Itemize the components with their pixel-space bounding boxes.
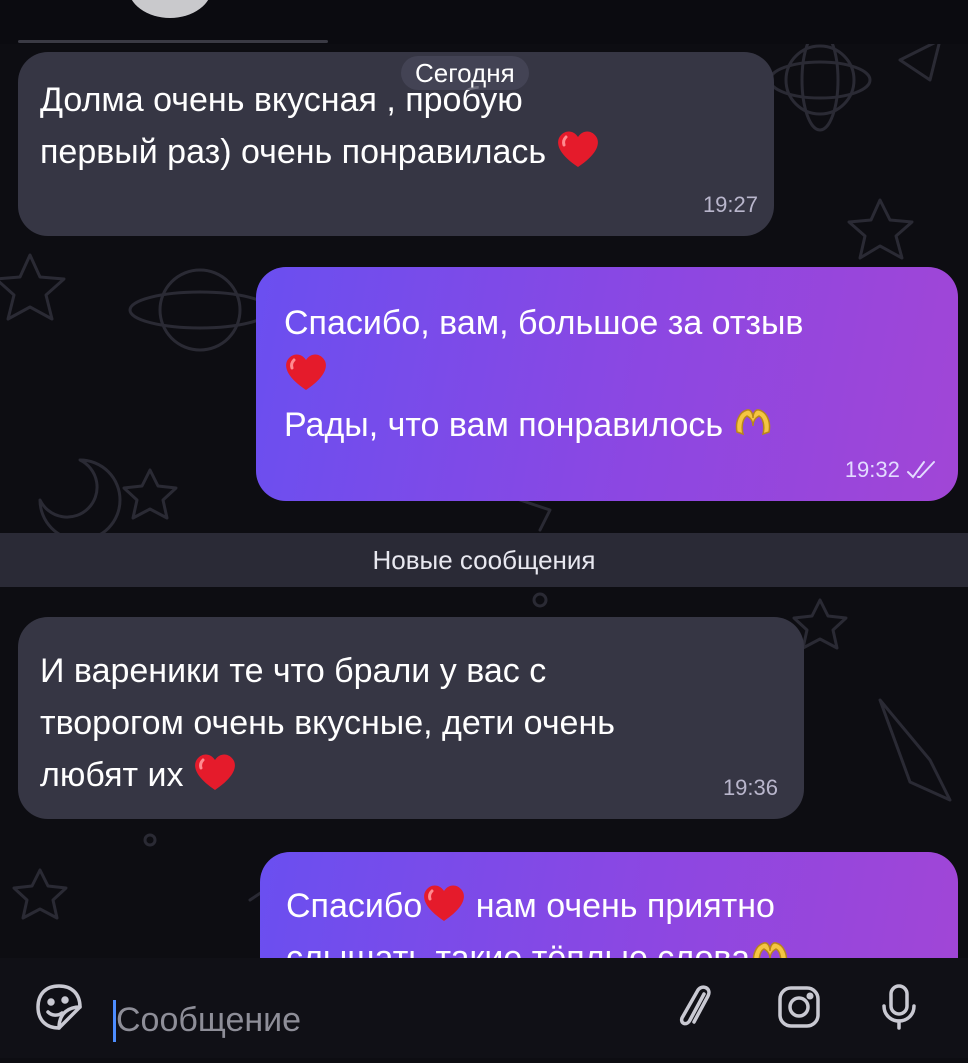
message-bubble-incoming[interactable]: Долма очень вкусная , пробую первый раз)… <box>18 52 774 236</box>
message-time: 19:36 <box>722 775 778 800</box>
instagram-camera-icon[interactable] <box>774 982 824 1032</box>
message-line <box>284 349 804 399</box>
new-messages-divider: Новые сообщения <box>0 533 968 587</box>
header-divider <box>18 40 328 43</box>
sticker-emoji-icon[interactable] <box>34 982 84 1032</box>
heart-hands-emoji <box>733 406 773 438</box>
red-heart-emoji <box>193 752 237 792</box>
message-text: И вареники те что брали у вас с творогом… <box>40 645 615 801</box>
message-line: И вареники те что брали у вас с <box>40 652 547 690</box>
message-text: Спасибо, вам, большое за отзыв Рады, что… <box>284 297 804 451</box>
red-heart-emoji <box>556 129 600 169</box>
message-line: первый раз) очень понравилась <box>40 126 600 178</box>
microphone-icon[interactable] <box>874 982 924 1032</box>
message-input[interactable] <box>116 996 636 1044</box>
date-separator: Сегодня <box>401 56 529 90</box>
message-line: творогом очень вкусные, дети очень <box>40 704 615 742</box>
chat-header <box>0 0 968 44</box>
message-bubble-incoming[interactable]: И вареники те что брали у вас с творогом… <box>18 617 804 819</box>
red-heart-emoji <box>284 352 328 392</box>
message-line: любят их <box>40 749 615 801</box>
message-line: Спасибо, вам, большое за отзыв <box>284 304 804 342</box>
red-heart-emoji <box>422 883 466 923</box>
message-time: 19:32 <box>845 457 936 483</box>
double-check-icon <box>906 460 936 480</box>
paperclip-icon[interactable] <box>672 982 722 1032</box>
message-line: Спасибо нам очень приятно <box>286 880 790 932</box>
message-bubble-outgoing[interactable]: Спасибо, вам, большое за отзыв Рады, что… <box>256 267 958 501</box>
avatar[interactable] <box>128 0 212 18</box>
message-time: 19:27 <box>702 192 758 217</box>
message-line: Рады, что вам понравилось <box>284 399 804 451</box>
